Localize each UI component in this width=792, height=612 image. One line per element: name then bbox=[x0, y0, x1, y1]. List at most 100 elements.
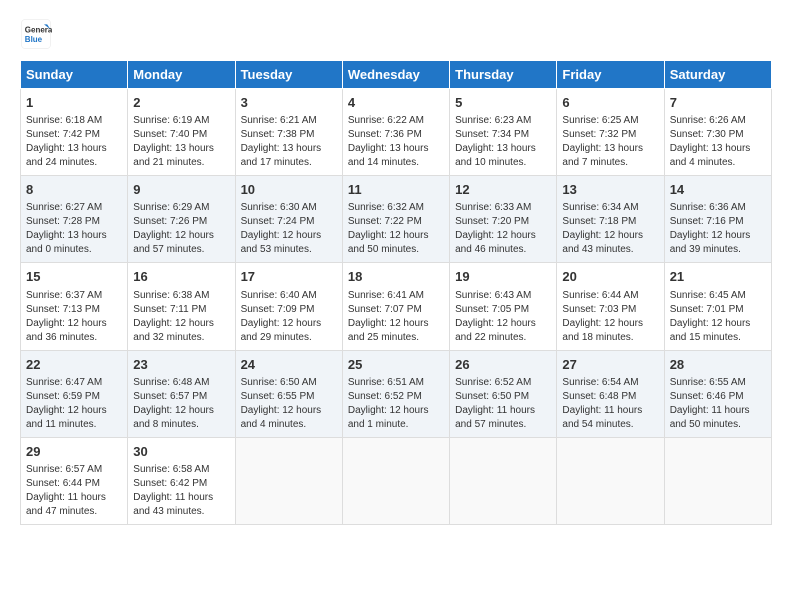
week-row-5: 29 Sunrise: 6:57 AM Sunset: 6:44 PM Dayl… bbox=[21, 437, 772, 524]
daylight-label: Daylight: 12 hours and 39 minutes. bbox=[670, 230, 751, 255]
sunset: Sunset: 7:32 PM bbox=[562, 129, 636, 140]
daylight-label: Daylight: 12 hours and 18 minutes. bbox=[562, 318, 643, 343]
daylight-label: Daylight: 13 hours and 0 minutes. bbox=[26, 230, 107, 255]
day-cell: 13 Sunrise: 6:34 AM Sunset: 7:18 PM Dayl… bbox=[557, 176, 664, 263]
daylight-label: Daylight: 12 hours and 8 minutes. bbox=[133, 405, 214, 430]
sunrise: Sunrise: 6:51 AM bbox=[348, 377, 424, 388]
daylight-label: Daylight: 13 hours and 10 minutes. bbox=[455, 143, 536, 168]
header-cell-monday: Monday bbox=[128, 61, 235, 89]
sunrise: Sunrise: 6:37 AM bbox=[26, 290, 102, 301]
day-number: 19 bbox=[455, 268, 551, 286]
day-cell bbox=[450, 437, 557, 524]
sunrise: Sunrise: 6:29 AM bbox=[133, 202, 209, 213]
logo-icon: General Blue bbox=[20, 18, 52, 50]
daylight-label: Daylight: 12 hours and 25 minutes. bbox=[348, 318, 429, 343]
sunrise: Sunrise: 6:47 AM bbox=[26, 377, 102, 388]
sunrise: Sunrise: 6:36 AM bbox=[670, 202, 746, 213]
daylight-label: Daylight: 12 hours and 4 minutes. bbox=[241, 405, 322, 430]
day-number: 27 bbox=[562, 356, 658, 374]
sunrise: Sunrise: 6:40 AM bbox=[241, 290, 317, 301]
page: General Blue SundayMondayTuesdayWednesda… bbox=[0, 0, 792, 535]
day-cell: 30 Sunrise: 6:58 AM Sunset: 6:42 PM Dayl… bbox=[128, 437, 235, 524]
calendar-table: SundayMondayTuesdayWednesdayThursdayFrid… bbox=[20, 60, 772, 525]
sunset: Sunset: 6:59 PM bbox=[26, 391, 100, 402]
daylight-label: Daylight: 11 hours and 50 minutes. bbox=[670, 405, 750, 430]
day-number: 8 bbox=[26, 181, 122, 199]
day-number: 30 bbox=[133, 443, 229, 461]
daylight-label: Daylight: 13 hours and 7 minutes. bbox=[562, 143, 643, 168]
daylight-label: Daylight: 12 hours and 11 minutes. bbox=[26, 405, 107, 430]
sunset: Sunset: 6:52 PM bbox=[348, 391, 422, 402]
day-number: 6 bbox=[562, 94, 658, 112]
sunset: Sunset: 6:44 PM bbox=[26, 478, 100, 489]
week-row-2: 8 Sunrise: 6:27 AM Sunset: 7:28 PM Dayli… bbox=[21, 176, 772, 263]
day-number: 2 bbox=[133, 94, 229, 112]
day-number: 26 bbox=[455, 356, 551, 374]
daylight-label: Daylight: 12 hours and 43 minutes. bbox=[562, 230, 643, 255]
daylight-label: Daylight: 11 hours and 54 minutes. bbox=[562, 405, 642, 430]
day-number: 5 bbox=[455, 94, 551, 112]
sunrise: Sunrise: 6:25 AM bbox=[562, 115, 638, 126]
daylight-label: Daylight: 13 hours and 14 minutes. bbox=[348, 143, 429, 168]
day-number: 11 bbox=[348, 181, 444, 199]
sunrise: Sunrise: 6:23 AM bbox=[455, 115, 531, 126]
day-number: 3 bbox=[241, 94, 337, 112]
sunset: Sunset: 7:28 PM bbox=[26, 216, 100, 227]
day-cell: 2 Sunrise: 6:19 AM Sunset: 7:40 PM Dayli… bbox=[128, 89, 235, 176]
sunrise: Sunrise: 6:43 AM bbox=[455, 290, 531, 301]
sunrise: Sunrise: 6:57 AM bbox=[26, 464, 102, 475]
day-cell: 19 Sunrise: 6:43 AM Sunset: 7:05 PM Dayl… bbox=[450, 263, 557, 350]
sunrise: Sunrise: 6:21 AM bbox=[241, 115, 317, 126]
daylight-label: Daylight: 12 hours and 36 minutes. bbox=[26, 318, 107, 343]
sunset: Sunset: 7:26 PM bbox=[133, 216, 207, 227]
sunrise: Sunrise: 6:38 AM bbox=[133, 290, 209, 301]
sunset: Sunset: 7:05 PM bbox=[455, 304, 529, 315]
day-number: 10 bbox=[241, 181, 337, 199]
daylight-label: Daylight: 13 hours and 24 minutes. bbox=[26, 143, 107, 168]
day-cell: 7 Sunrise: 6:26 AM Sunset: 7:30 PM Dayli… bbox=[664, 89, 771, 176]
day-cell: 17 Sunrise: 6:40 AM Sunset: 7:09 PM Dayl… bbox=[235, 263, 342, 350]
day-cell: 16 Sunrise: 6:38 AM Sunset: 7:11 PM Dayl… bbox=[128, 263, 235, 350]
sunrise: Sunrise: 6:52 AM bbox=[455, 377, 531, 388]
day-number: 12 bbox=[455, 181, 551, 199]
day-number: 16 bbox=[133, 268, 229, 286]
sunset: Sunset: 7:30 PM bbox=[670, 129, 744, 140]
day-cell: 26 Sunrise: 6:52 AM Sunset: 6:50 PM Dayl… bbox=[450, 350, 557, 437]
day-cell: 9 Sunrise: 6:29 AM Sunset: 7:26 PM Dayli… bbox=[128, 176, 235, 263]
header-row: SundayMondayTuesdayWednesdayThursdayFrid… bbox=[21, 61, 772, 89]
daylight-label: Daylight: 12 hours and 1 minute. bbox=[348, 405, 429, 430]
day-cell: 27 Sunrise: 6:54 AM Sunset: 6:48 PM Dayl… bbox=[557, 350, 664, 437]
sunset: Sunset: 7:16 PM bbox=[670, 216, 744, 227]
sunset: Sunset: 7:11 PM bbox=[133, 304, 206, 315]
day-cell: 28 Sunrise: 6:55 AM Sunset: 6:46 PM Dayl… bbox=[664, 350, 771, 437]
sunset: Sunset: 7:34 PM bbox=[455, 129, 529, 140]
sunset: Sunset: 7:03 PM bbox=[562, 304, 636, 315]
sunrise: Sunrise: 6:32 AM bbox=[348, 202, 424, 213]
sunset: Sunset: 7:13 PM bbox=[26, 304, 100, 315]
day-number: 17 bbox=[241, 268, 337, 286]
sunrise: Sunrise: 6:50 AM bbox=[241, 377, 317, 388]
sunset: Sunset: 7:38 PM bbox=[241, 129, 315, 140]
sunrise: Sunrise: 6:48 AM bbox=[133, 377, 209, 388]
header-cell-tuesday: Tuesday bbox=[235, 61, 342, 89]
day-cell: 11 Sunrise: 6:32 AM Sunset: 7:22 PM Dayl… bbox=[342, 176, 449, 263]
sunset: Sunset: 7:42 PM bbox=[26, 129, 100, 140]
day-number: 18 bbox=[348, 268, 444, 286]
week-row-3: 15 Sunrise: 6:37 AM Sunset: 7:13 PM Dayl… bbox=[21, 263, 772, 350]
sunrise: Sunrise: 6:55 AM bbox=[670, 377, 746, 388]
daylight-label: Daylight: 13 hours and 17 minutes. bbox=[241, 143, 322, 168]
header: General Blue bbox=[20, 18, 772, 50]
sunrise: Sunrise: 6:44 AM bbox=[562, 290, 638, 301]
day-number: 28 bbox=[670, 356, 766, 374]
daylight-label: Daylight: 12 hours and 22 minutes. bbox=[455, 318, 536, 343]
day-number: 29 bbox=[26, 443, 122, 461]
daylight-label: Daylight: 11 hours and 43 minutes. bbox=[133, 492, 213, 517]
sunset: Sunset: 6:57 PM bbox=[133, 391, 207, 402]
day-cell: 18 Sunrise: 6:41 AM Sunset: 7:07 PM Dayl… bbox=[342, 263, 449, 350]
logo: General Blue bbox=[20, 18, 56, 50]
sunset: Sunset: 7:18 PM bbox=[562, 216, 636, 227]
daylight-label: Daylight: 12 hours and 15 minutes. bbox=[670, 318, 751, 343]
day-cell: 8 Sunrise: 6:27 AM Sunset: 7:28 PM Dayli… bbox=[21, 176, 128, 263]
day-number: 7 bbox=[670, 94, 766, 112]
day-number: 23 bbox=[133, 356, 229, 374]
